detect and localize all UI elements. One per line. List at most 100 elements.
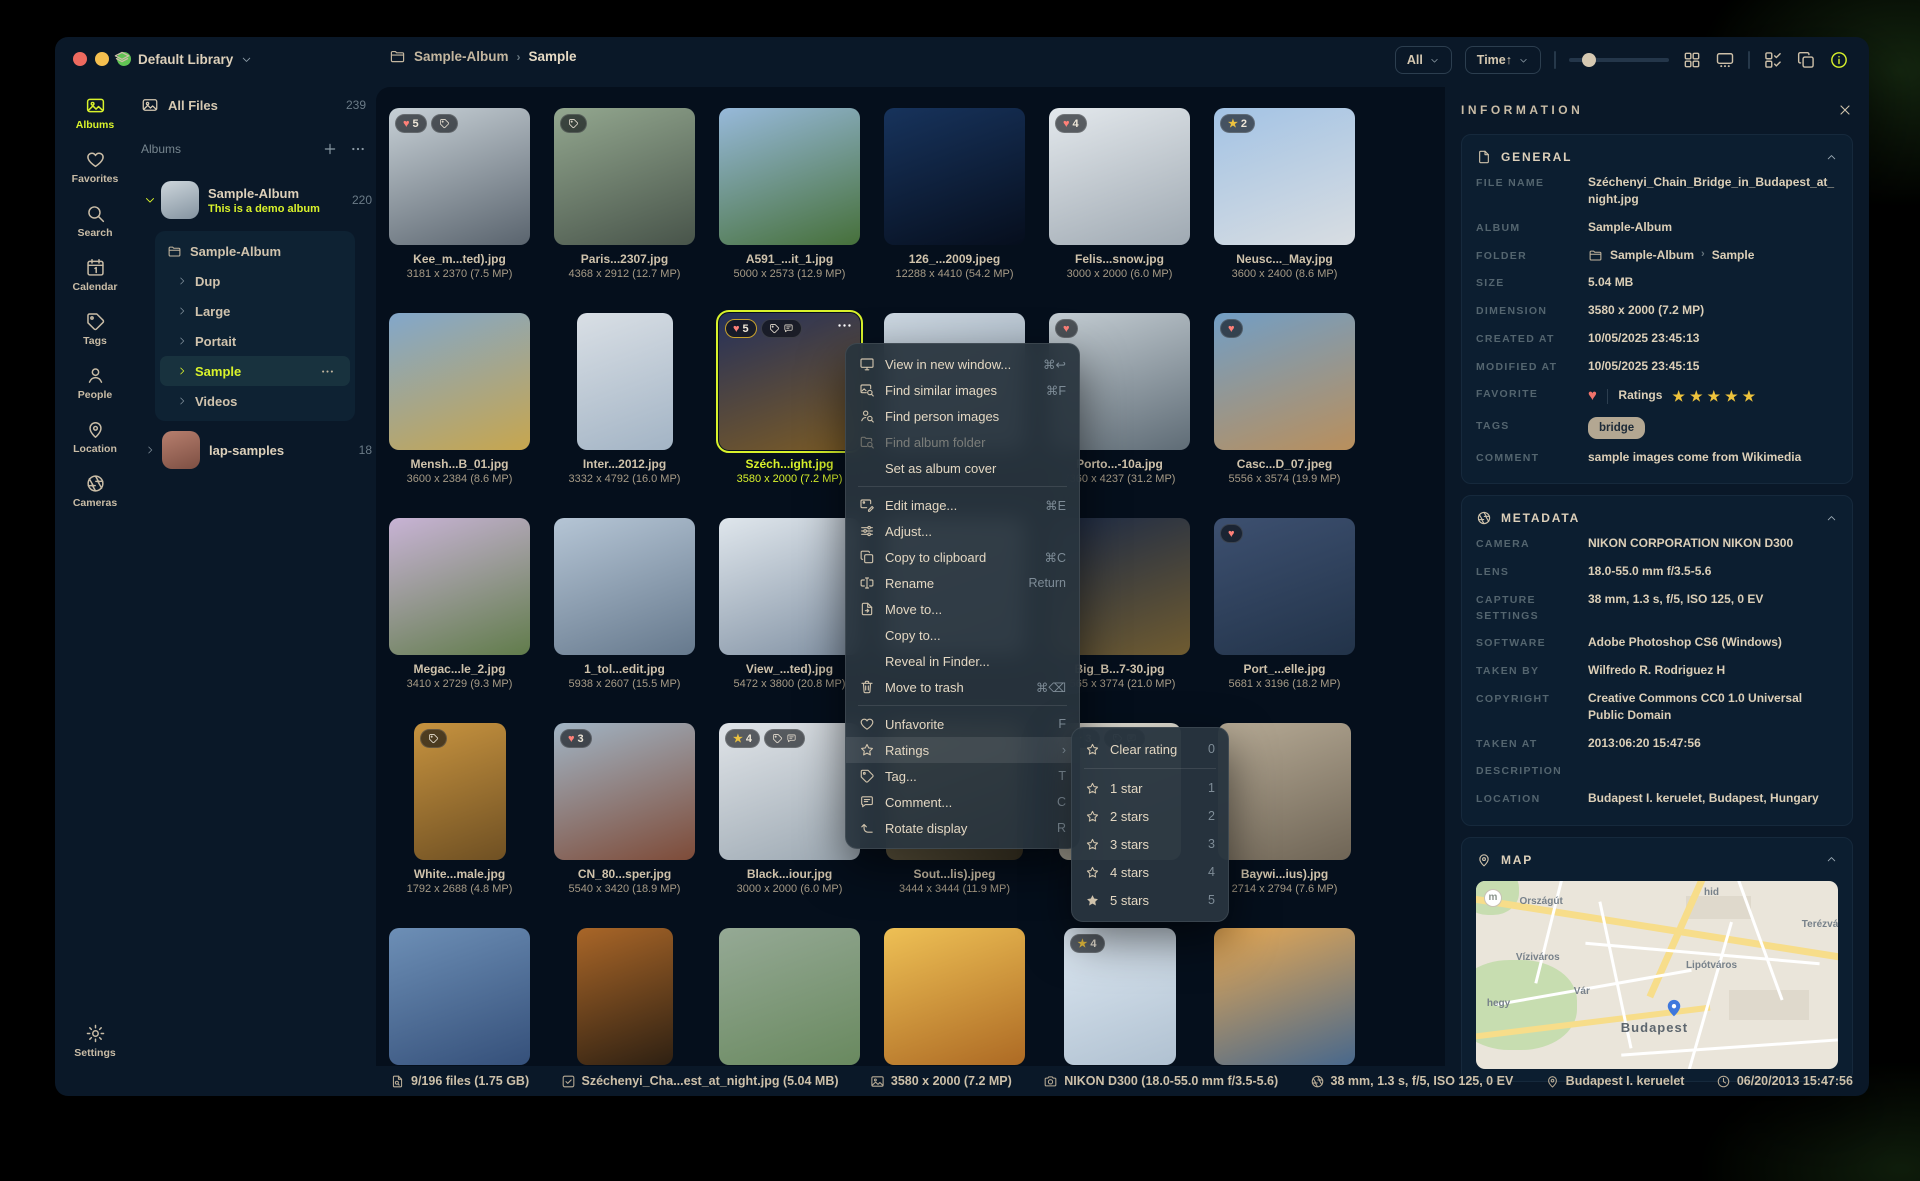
submenu-item-1-star[interactable]: 1 star1	[1072, 774, 1228, 802]
chevron-right-icon[interactable]	[144, 444, 156, 456]
menu-item-ratings[interactable]: Ratings›	[846, 737, 1079, 763]
photo-thumbnail[interactable]	[577, 928, 673, 1065]
photo-thumbnail[interactable]	[884, 928, 1025, 1065]
menu-item-unfavorite[interactable]: UnfavoriteF	[846, 711, 1079, 737]
slider-knob[interactable]	[1582, 53, 1596, 67]
tree-item-sample[interactable]: Sample	[160, 356, 350, 386]
photo-cell[interactable]: ♥5Kee_m...ted).jpg3181 x 2370 (7.5 MP)	[389, 108, 530, 280]
menu-item-rotate-display[interactable]: Rotate displayR	[846, 815, 1079, 841]
menu-item-rename[interactable]: RenameReturn	[846, 570, 1079, 596]
multi-select-icon[interactable]	[1763, 50, 1783, 70]
submenu-item-4-stars[interactable]: 4 stars4	[1072, 858, 1228, 886]
photo-cell[interactable]: View_...ted).jpg5472 x 3800 (20.8 MP)	[719, 518, 860, 690]
photo-thumbnail[interactable]	[1218, 723, 1351, 860]
menu-item-reveal-in-finder[interactable]: Reveal in Finder...	[846, 648, 1079, 674]
photo-cell[interactable]: Inter...2012.jpg3332 x 4792 (16.0 MP)	[554, 313, 695, 485]
photo-thumbnail[interactable]	[719, 108, 860, 245]
photo-thumbnail[interactable]: ★2	[1214, 108, 1355, 245]
photo-cell[interactable]: ♥5Széch...ight.jpg3580 x 2000 (7.2 MP)	[719, 313, 860, 485]
photo-thumbnail[interactable]	[389, 928, 530, 1065]
menu-item-tag[interactable]: Tag...T	[846, 763, 1079, 789]
info-icon[interactable]	[1829, 50, 1849, 70]
favorite-heart-icon[interactable]: ♥	[1588, 385, 1597, 407]
tree-item-more-button[interactable]	[320, 364, 335, 379]
photo-cell[interactable]: Paris...2307.jpg4368 x 2912 (12.7 MP)	[554, 108, 695, 280]
rail-item-location[interactable]: Location	[55, 419, 135, 455]
photo-thumbnail[interactable]	[414, 723, 506, 860]
rail-item-tags[interactable]: Tags	[55, 311, 135, 347]
menu-item-adjust[interactable]: Adjust...	[846, 518, 1079, 544]
duplicate-icon[interactable]	[1796, 50, 1816, 70]
photo-cell[interactable]: ♥Casc...D_07.jpeg5556 x 3574 (19.9 MP)	[1214, 313, 1355, 485]
photo-cell[interactable]: ♥Port_...elle.jpg5681 x 3196 (18.2 MP)	[1214, 518, 1355, 690]
photo-cell[interactable]: ★2Neusc..._May.jpg3600 x 2400 (8.6 MP)	[1214, 108, 1355, 280]
sidebar-item-all-files[interactable]: All Files 239	[141, 92, 366, 118]
photo-cell[interactable]: ♥3CN_80...sper.jpg5540 x 3420 (18.9 MP)	[554, 723, 695, 895]
photo-thumbnail[interactable]	[719, 928, 860, 1065]
photo-thumbnail[interactable]: ★4	[719, 723, 860, 860]
rail-item-settings[interactable]: Settings	[55, 1023, 135, 1059]
photo-thumbnail[interactable]	[719, 518, 860, 655]
photo-cell[interactable]: 126_...2009.jpeg12288 x 4410 (54.2 MP)	[884, 108, 1025, 280]
menu-item-find-person-images[interactable]: Find person images	[846, 403, 1079, 429]
rail-item-albums[interactable]: Albums	[55, 95, 135, 131]
library-switcher[interactable]: Default Library	[113, 50, 253, 68]
photo-thumbnail[interactable]	[389, 518, 530, 655]
menu-item-set-as-album-cover[interactable]: Set as album cover	[846, 455, 1079, 481]
photo-thumbnail[interactable]	[389, 313, 530, 450]
menu-item-find-similar-images[interactable]: Find similar images⌘F	[846, 377, 1079, 403]
folder-breadcrumb-album[interactable]: Sample-Album	[1610, 247, 1694, 264]
submenu-item-clear-rating[interactable]: Clear rating0	[1072, 735, 1228, 763]
photo-thumbnail[interactable]	[554, 518, 695, 655]
photo-cell[interactable]	[389, 928, 530, 1066]
rail-item-search[interactable]: Search	[55, 203, 135, 239]
grid-view-icon[interactable]	[1682, 50, 1702, 70]
tree-item-portait[interactable]: Portait	[160, 326, 350, 356]
tag-pill[interactable]: bridge	[1588, 417, 1645, 439]
sort-dropdown[interactable]: Time↑	[1465, 46, 1541, 74]
menu-item-find-album-folder[interactable]: Find album folder	[846, 429, 1079, 455]
tree-item-dup[interactable]: Dup	[160, 266, 350, 296]
breadcrumb-album[interactable]: Sample-Album	[414, 49, 509, 64]
photo-thumbnail[interactable]	[554, 108, 695, 245]
photo-cell[interactable]: Mensh...B_01.jpg3600 x 2384 (8.6 MP)	[389, 313, 530, 485]
photo-thumbnail[interactable]: ♥4	[1049, 108, 1190, 245]
sidebar-item-sample-album[interactable]: Sample-Album This is a demo album 220	[135, 177, 372, 223]
rail-item-favorites[interactable]: Favorites	[55, 149, 135, 185]
photo-cell[interactable]: A591_...it_1.jpg5000 x 2573 (12.9 MP)	[719, 108, 860, 280]
photo-thumbnail[interactable]: ♥5	[389, 108, 530, 245]
photo-more-button[interactable]	[836, 317, 853, 334]
menu-item-edit-image[interactable]: Edit image...⌘E	[846, 492, 1079, 518]
add-album-button[interactable]	[322, 141, 338, 157]
photo-cell[interactable]: Megac...le_2.jpg3410 x 2729 (9.3 MP)	[389, 518, 530, 690]
photo-cell[interactable]	[554, 928, 695, 1066]
minimize-window-button[interactable]	[95, 52, 109, 66]
rail-item-people[interactable]: People	[55, 365, 135, 401]
collapse-icon[interactable]	[1825, 151, 1838, 164]
close-icon[interactable]	[1837, 102, 1853, 118]
tree-item-videos[interactable]: Videos	[160, 386, 350, 416]
folder-breadcrumb-folder[interactable]: Sample	[1712, 247, 1755, 264]
photo-cell[interactable]: ★4	[1049, 928, 1190, 1066]
photo-thumbnail[interactable]	[577, 313, 673, 450]
menu-item-comment[interactable]: Comment...C	[846, 789, 1079, 815]
rail-item-calendar[interactable]: Calendar	[55, 257, 135, 293]
menu-item-move-to[interactable]: Move to...	[846, 596, 1079, 622]
submenu-item-2-stars[interactable]: 2 stars2	[1072, 802, 1228, 830]
tree-root-sample-album[interactable]: Sample-Album	[160, 236, 350, 266]
albums-more-button[interactable]	[350, 141, 366, 157]
photo-cell[interactable]	[1214, 928, 1355, 1066]
chevron-down-icon[interactable]	[143, 193, 157, 207]
close-window-button[interactable]	[73, 52, 87, 66]
filter-dropdown[interactable]: All	[1395, 46, 1452, 74]
menu-item-move-to-trash[interactable]: Move to trash⌘⌫	[846, 674, 1079, 700]
submenu-item-5-stars[interactable]: 5 stars5	[1072, 886, 1228, 914]
photo-thumbnail[interactable]: ★4	[1064, 928, 1176, 1065]
rail-item-cameras[interactable]: Cameras	[55, 473, 135, 509]
collapse-icon[interactable]	[1825, 853, 1838, 866]
photo-thumbnail[interactable]: ♥5	[719, 313, 860, 450]
menu-item-copy-to-clipboard[interactable]: Copy to clipboard⌘C	[846, 544, 1079, 570]
photo-cell[interactable]: ★4Black...iour.jpg3000 x 2000 (6.0 MP)	[719, 723, 860, 895]
collapse-icon[interactable]	[1825, 512, 1838, 525]
slideshow-icon[interactable]	[1715, 50, 1735, 70]
